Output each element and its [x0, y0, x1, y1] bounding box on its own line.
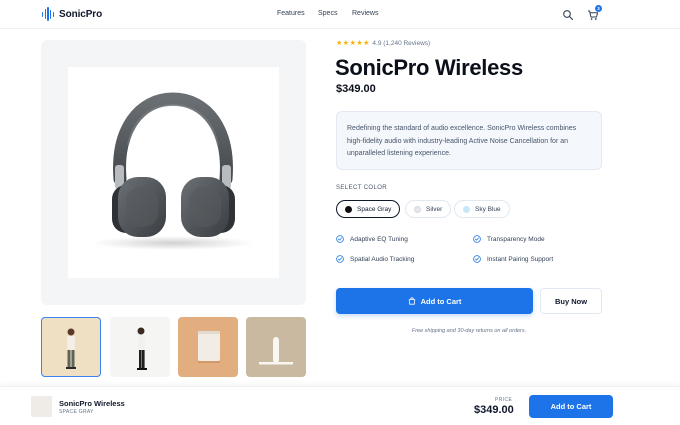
color-swatch — [345, 205, 352, 213]
sticky-product-variant: SPACE GRAY — [59, 409, 94, 415]
cart-count-badge: 3 — [595, 5, 602, 12]
product-price: $349.00 — [336, 83, 376, 95]
feature-label: Adaptive EQ Tuning — [350, 235, 408, 243]
rating-text: 4.9 (1,240 Reviews) — [372, 40, 431, 47]
thumbnail-headphone-stand[interactable] — [246, 317, 306, 377]
thumbnail-model-side[interactable] — [110, 317, 170, 377]
feature-label: Transparency Mode — [487, 235, 545, 243]
color-label: Space Gray — [357, 205, 392, 213]
brand-logo[interactable]: SonicPro — [42, 7, 102, 21]
select-color-label: SELECT COLOR — [336, 185, 388, 191]
color-swatch — [414, 205, 421, 213]
rating-summary[interactable]: ★ ★ ★ ★ ★ 4.9 (1,240 Reviews) — [336, 40, 430, 47]
sticky-price: $349.00 — [474, 404, 514, 416]
sticky-price-label: PRICE — [495, 397, 513, 403]
check-circle-icon — [473, 255, 481, 263]
model-front-image — [66, 328, 76, 369]
cart-icon[interactable]: 3 — [587, 5, 602, 20]
search-icon[interactable] — [562, 8, 574, 21]
soundwave-icon — [42, 7, 55, 21]
star-rating: ★ ★ ★ ★ ★ — [336, 40, 369, 47]
feature-item: Instant Pairing Support — [473, 255, 553, 263]
color-option-silver[interactable]: Silver — [405, 200, 452, 218]
sticky-add-to-cart-button[interactable]: Add to Cart — [529, 395, 613, 418]
model-side-image — [137, 327, 147, 370]
add-to-cart-button[interactable]: Add to Cart — [336, 288, 533, 314]
product-title: SonicPro Wireless — [335, 55, 523, 80]
feature-item: Spatial Audio Tracking — [336, 255, 414, 263]
nav-reviews[interactable]: Reviews — [352, 10, 378, 17]
product-photo-frame — [68, 67, 279, 278]
site-header: SonicPro Features Specs Reviews 3 — [0, 0, 680, 29]
shopping-bag-icon — [408, 297, 415, 305]
feature-label: Spatial Audio Tracking — [350, 255, 415, 263]
headphones-image — [91, 92, 255, 250]
main-product-image[interactable] — [41, 40, 306, 305]
add-to-cart-label: Add to Cart — [420, 296, 462, 306]
sticky-cart-bar: SonicPro Wireless SPACE GRAY PRICE $349.… — [0, 386, 680, 425]
sticky-product-thumbnail — [31, 396, 52, 417]
check-circle-icon — [336, 235, 344, 243]
brand-name: SonicPro — [59, 8, 103, 20]
description-text: Redefining the standard of audio excelle… — [347, 125, 577, 157]
check-circle-icon — [473, 235, 481, 243]
star-icon: ★ — [363, 40, 370, 47]
star-icon: ★ — [356, 40, 363, 47]
charging-case-image — [198, 331, 220, 363]
feature-label: Instant Pairing Support — [487, 255, 554, 263]
headphone-stand-image — [259, 337, 293, 365]
shipping-note: Free shipping and 30-day returns on all … — [411, 328, 527, 334]
star-icon: ★ — [349, 40, 356, 47]
color-label: Silver — [426, 205, 443, 213]
color-swatch — [463, 205, 470, 213]
feature-item: Adaptive EQ Tuning — [336, 235, 408, 243]
buy-now-button[interactable]: Buy Now — [540, 288, 602, 314]
star-icon: ★ — [336, 40, 343, 47]
color-label: Sky Blue — [475, 205, 501, 213]
color-option-space-gray[interactable]: Space Gray — [336, 200, 401, 218]
nav-specs[interactable]: Specs — [318, 10, 337, 17]
star-icon: ★ — [342, 40, 350, 47]
color-option-sky-blue[interactable]: Sky Blue — [454, 200, 510, 218]
sticky-product-name: SonicPro Wireless — [59, 399, 125, 408]
check-circle-icon — [336, 255, 344, 263]
feature-item: Transparency Mode — [473, 235, 545, 243]
nav-features[interactable]: Features — [277, 10, 305, 17]
thumbnail-charging-case[interactable] — [178, 317, 238, 377]
thumbnail-model-front[interactable] — [41, 317, 101, 377]
product-description: Redefining the standard of audio excelle… — [336, 111, 602, 170]
